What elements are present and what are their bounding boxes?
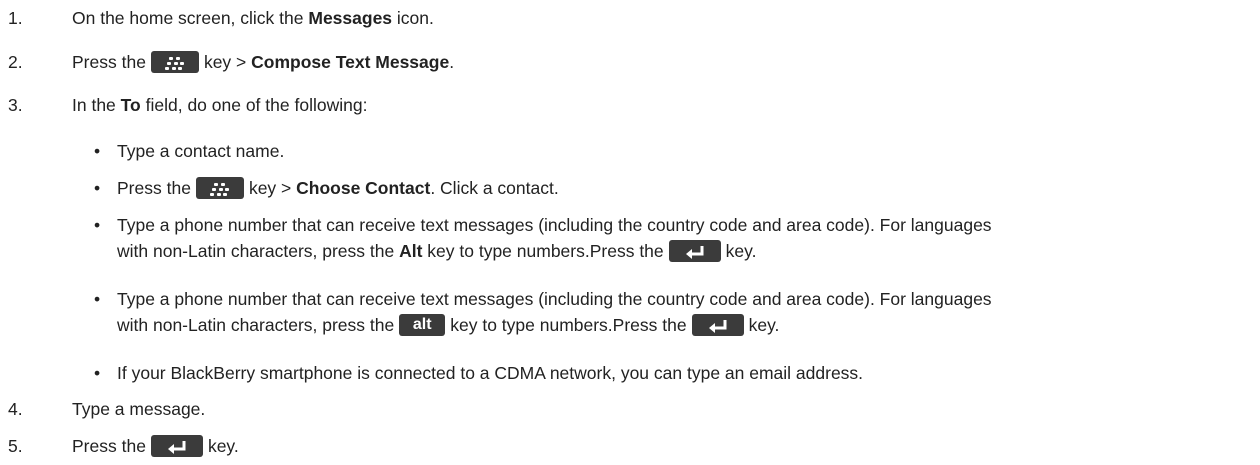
text-span: key > bbox=[203, 52, 252, 72]
bullet-glyph: • bbox=[94, 215, 101, 235]
enter-key-icon bbox=[150, 435, 203, 458]
choose-contact-label: Choose Contact bbox=[296, 178, 431, 198]
messages-label: Messages bbox=[308, 8, 393, 28]
text-span: key. bbox=[748, 315, 780, 335]
bullet-text: Type a phone number that can receive tex… bbox=[117, 289, 992, 309]
enter-arrow-icon bbox=[708, 319, 727, 333]
bullet-text: Press the key > Choose Contact. Click a c… bbox=[117, 177, 559, 200]
step-number: 2. bbox=[8, 52, 23, 72]
text-span: key. bbox=[725, 241, 757, 261]
text-span: In the bbox=[72, 95, 121, 115]
step-text: In the To field, do one of the following… bbox=[72, 94, 367, 116]
text-span: Press the bbox=[72, 52, 146, 72]
alt-key-icon: alt bbox=[399, 314, 446, 337]
text-span: Press the bbox=[117, 178, 191, 198]
bullet-glyph: • bbox=[94, 363, 101, 383]
bullet-text: Type a phone number that can receive tex… bbox=[117, 215, 992, 235]
blackberry-menu-icon bbox=[209, 182, 229, 196]
compose-label: Compose Text Message bbox=[251, 52, 450, 72]
bullet-text: with non-Latin characters, press the Alt… bbox=[117, 240, 756, 263]
text-span: Press the bbox=[72, 436, 146, 456]
text-span: field, do one of the following: bbox=[140, 95, 368, 115]
step-number: 3. bbox=[8, 95, 23, 115]
enter-key-icon bbox=[691, 314, 744, 337]
step-text: Press the key > Compose Text Message. bbox=[72, 51, 454, 74]
step-number: 1. bbox=[8, 8, 23, 28]
text-span: key to type numbers.Press the bbox=[450, 315, 687, 335]
to-field-label: To bbox=[120, 95, 141, 115]
step-number: 4. bbox=[8, 399, 23, 419]
bullet-glyph: • bbox=[94, 141, 101, 161]
enter-key-icon bbox=[668, 240, 721, 263]
instruction-list: 1. On the home screen, click the Message… bbox=[0, 0, 1260, 465]
text-span: key to type numbers.Press the bbox=[422, 241, 664, 261]
text-span: . bbox=[449, 52, 455, 72]
bullet-text: If your BlackBerry smartphone is connect… bbox=[117, 363, 864, 383]
alt-label: Alt bbox=[399, 241, 423, 261]
step-number: 5. bbox=[8, 436, 23, 456]
menu-key-icon bbox=[195, 177, 244, 200]
enter-arrow-icon bbox=[167, 440, 186, 454]
step-text: Press the key. bbox=[72, 435, 239, 458]
text-span: key. bbox=[207, 436, 239, 456]
bullet-glyph: • bbox=[94, 289, 101, 309]
text-span: key > bbox=[248, 178, 297, 198]
blackberry-menu-icon bbox=[164, 56, 184, 70]
enter-arrow-icon bbox=[685, 245, 704, 259]
bullet-text: Type a contact name. bbox=[117, 141, 285, 161]
step-text: Type a message. bbox=[72, 399, 206, 419]
text-span: with non-Latin characters, press the bbox=[117, 315, 395, 335]
text-span: On the home screen, click the bbox=[72, 8, 309, 28]
step-text: On the home screen, click the Messages i… bbox=[72, 7, 434, 29]
text-span: icon. bbox=[392, 8, 434, 28]
text-span: . Click a contact. bbox=[430, 178, 559, 198]
bullet-glyph: • bbox=[94, 178, 101, 198]
menu-key-icon bbox=[150, 51, 199, 74]
text-span: with non-Latin characters, press the bbox=[117, 241, 400, 261]
bullet-text: with non-Latin characters, press the alt k… bbox=[117, 314, 779, 337]
